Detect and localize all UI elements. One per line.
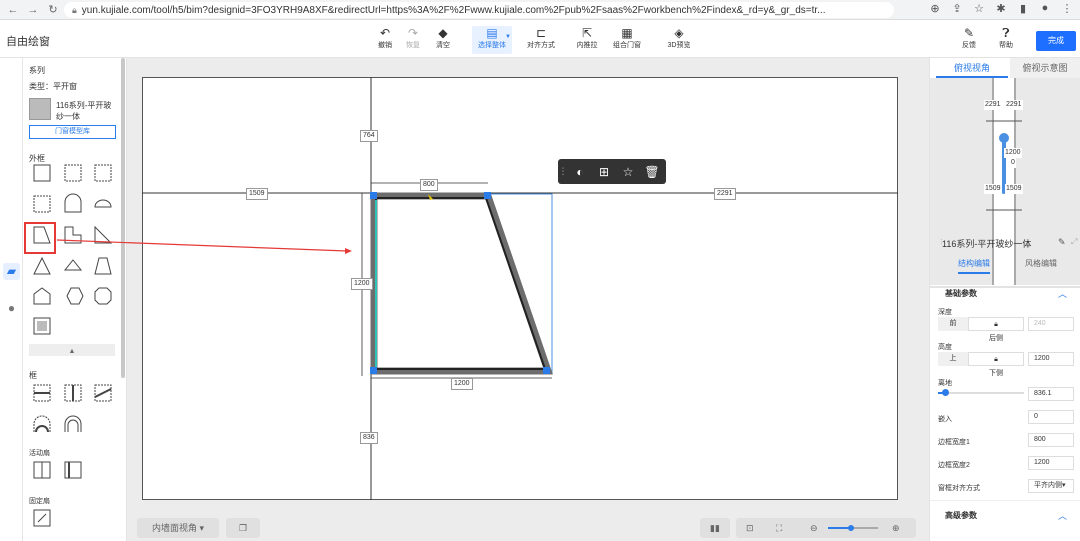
right-panel: 俯视视角 俯视示意图 2291 2291 1200 0 1509 1509 ⋮ …: [929, 58, 1080, 541]
tab-style-edit[interactable]: 风格编辑: [1025, 258, 1057, 269]
favorite-star-icon[interactable]: ☆: [616, 165, 640, 179]
dim-bottom-width[interactable]: 1200: [451, 378, 473, 390]
ground-slider[interactable]: [938, 392, 1024, 394]
minimap-dim-zero: 0: [1010, 158, 1016, 168]
zoom-in-icon[interactable]: ⊕: [892, 518, 900, 538]
dim-right-horizontal[interactable]: 2291: [714, 188, 736, 200]
canvas-drawing: [56, 77, 898, 500]
edit-icon[interactable]: ✎: [1058, 237, 1066, 248]
tab-structure-edit[interactable]: 结构编辑: [958, 258, 990, 274]
align-select[interactable]: 平齐内侧▾: [1028, 479, 1074, 493]
floating-toolbar: ⋮ ◐ ⊞ ☆ 🗑︎: [558, 159, 666, 184]
zoom-slider-thumb[interactable]: [847, 525, 854, 531]
align-label: 窗框对齐方式: [938, 485, 980, 492]
view-select[interactable]: 内墙面视角 ▾: [137, 518, 219, 538]
drag-handle-icon[interactable]: ⋮: [558, 166, 568, 177]
dim-left-horizontal[interactable]: 1509: [246, 188, 268, 200]
minimap[interactable]: 2291 2291 1200 0 1509 1509: [930, 78, 1080, 285]
height-input[interactable]: 1200: [1028, 352, 1074, 366]
ground-slider-thumb[interactable]: [942, 389, 949, 396]
zoom-controls: ⊡ ⛶ ⊖ ⊕: [736, 518, 916, 538]
expand-icon[interactable]: ⤢: [1071, 237, 1077, 247]
handle-bottom-left[interactable]: [370, 367, 377, 374]
handle-top-right[interactable]: [484, 192, 491, 199]
dim-height[interactable]: 1200: [351, 278, 373, 290]
height-label: 高度: [938, 344, 952, 351]
embed-input[interactable]: 0: [1028, 410, 1074, 424]
handle-top-left[interactable]: [370, 192, 377, 199]
minimap-dim-br: 1509: [1005, 184, 1023, 194]
delete-trash-icon[interactable]: 🗑︎: [640, 165, 664, 179]
minimap-dim-tr: 2291: [1005, 100, 1023, 110]
fit-screen-icon[interactable]: ⊡: [746, 518, 754, 538]
dim-bottom-left[interactable]: 836: [360, 432, 378, 444]
split-icon: ▮▮: [710, 523, 720, 533]
chevron-up-icon[interactable]: ︿: [1058, 287, 1067, 300]
window-trapezoid[interactable]: [370, 192, 553, 375]
depth-segment[interactable]: 前 🔒︎ 后侧: [938, 317, 1024, 342]
split-view-button[interactable]: ▮▮: [700, 518, 730, 538]
tab-top-view[interactable]: 俯视视角: [936, 58, 1008, 78]
zoom-out-icon[interactable]: ⊖: [810, 518, 818, 538]
embed-label: 嵌入: [938, 416, 952, 423]
fullscreen-icon[interactable]: ⛶: [776, 518, 782, 538]
dim-top-left[interactable]: 764: [360, 130, 378, 142]
handle-bottom-right[interactable]: [543, 367, 550, 374]
tab-top-diagram[interactable]: 俯视示意图: [1010, 58, 1080, 78]
chevron-down-icon: ▾: [199, 523, 205, 533]
highlight-box: [24, 222, 56, 254]
add-copy-icon[interactable]: ⊞: [592, 165, 616, 179]
border-width1-label: 边框宽度1: [938, 439, 970, 446]
minimap-dim-mid: 1200: [1004, 148, 1022, 158]
minimap-dim-bl: 1509: [984, 184, 1002, 194]
zoom-slider[interactable]: [828, 525, 878, 531]
basic-params-title: 基础参数: [945, 289, 977, 298]
dim-top-width[interactable]: 800: [420, 179, 438, 191]
border-width2-input[interactable]: 1200: [1028, 456, 1074, 470]
mirror-icon[interactable]: ◐: [568, 165, 592, 179]
height-segment[interactable]: 上 🔒︎ 下侧: [938, 352, 1024, 377]
border-width1-input[interactable]: 800: [1028, 433, 1074, 447]
ground-input[interactable]: 836.1: [1028, 387, 1074, 401]
props-title: 116系列-平开玻纱一体: [942, 239, 1032, 249]
depth-label: 深度: [938, 309, 952, 316]
advanced-chevron-icon[interactable]: ︿: [1058, 509, 1067, 522]
layers-button[interactable]: ❐: [226, 518, 260, 538]
ground-label: 离地: [938, 380, 952, 387]
advanced-params-title: 高级参数: [945, 511, 977, 520]
layers-icon: ❐: [238, 523, 248, 533]
depth-input[interactable]: 240: [1028, 317, 1074, 331]
minimap-dim-tl: 2291: [984, 100, 1002, 110]
border-width2-label: 边框宽度2: [938, 462, 970, 469]
